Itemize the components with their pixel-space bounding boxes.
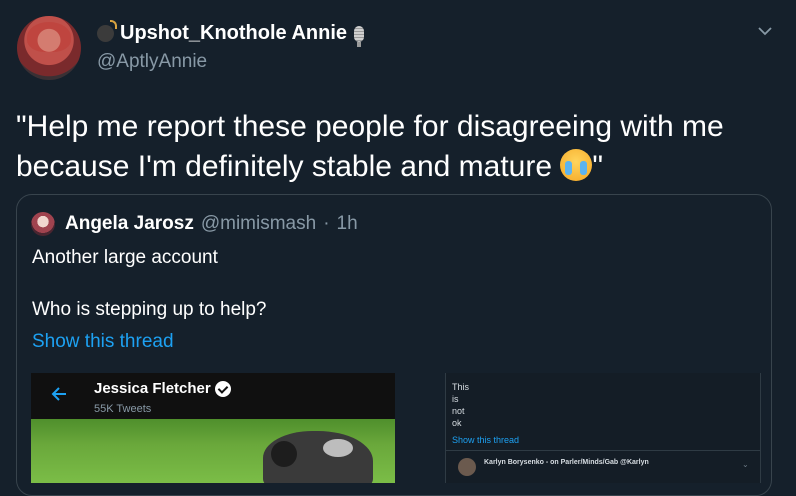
screenshot-line: not [452, 406, 465, 416]
separator-dot: · [323, 213, 330, 234]
chevron-down-icon[interactable] [758, 26, 772, 36]
quoted-timestamp: 1h [336, 213, 358, 234]
quoted-text-line-2: Who is stepping up to help? [32, 299, 267, 320]
quoted-tweet-card[interactable]: Angela Jarosz @mimismash · 1h Another la… [16, 194, 772, 496]
author-display-name[interactable]: Upshot_Knothole Annie [120, 22, 347, 45]
bomb-icon [97, 20, 117, 42]
tweet-text: "Help me report these people for disagre… [16, 107, 786, 187]
screenshot-avatar [458, 458, 476, 476]
dog-photo [263, 431, 373, 483]
screenshot-thread-link: Show this thread [452, 435, 520, 445]
author-avatar[interactable] [17, 16, 81, 80]
divider [446, 450, 760, 451]
verified-badge-icon [214, 380, 231, 397]
tweet-text-main: "Help me report these people for disagre… [16, 110, 724, 183]
quoted-author-handle: @mimismash [200, 213, 317, 234]
screenshot-text: This is not ok [452, 381, 469, 429]
quoted-author-name: Angela Jarosz [65, 213, 194, 234]
screenshot-line: This [452, 382, 470, 392]
show-thread-link[interactable]: Show this thread [32, 331, 174, 353]
author-handle[interactable]: @AptlyAnnie [97, 51, 207, 73]
chevron-down-icon: ⌄ [742, 460, 749, 469]
profile-name: Jessica Fletcher [94, 380, 211, 397]
tweet-text-end: " [592, 150, 604, 183]
quoted-text-line-1: Another large account [32, 247, 218, 268]
screenshot-line: ok [452, 418, 462, 428]
media-image-left[interactable]: Jessica Fletcher 55K Tweets [31, 373, 395, 483]
quoted-tweet-header: Angela Jarosz @mimismash · 1h [65, 213, 358, 235]
profile-tweet-count: 55K Tweets [94, 403, 152, 415]
microphone-icon [354, 25, 365, 47]
media-image-right[interactable]: This is not ok Show this thread Karlyn B… [445, 373, 761, 483]
screenshot-line: is [452, 394, 459, 404]
screenshot-author: Karlyn Borysenko - on Parler/Minds/Gab @… [484, 459, 649, 466]
author-name-row[interactable]: Upshot_Knothole Annie [97, 20, 365, 47]
profile-title: Jessica Fletcher [94, 380, 231, 397]
back-arrow-icon [51, 387, 66, 401]
quoted-author-avatar [31, 212, 55, 236]
crying-face-icon [560, 149, 593, 181]
